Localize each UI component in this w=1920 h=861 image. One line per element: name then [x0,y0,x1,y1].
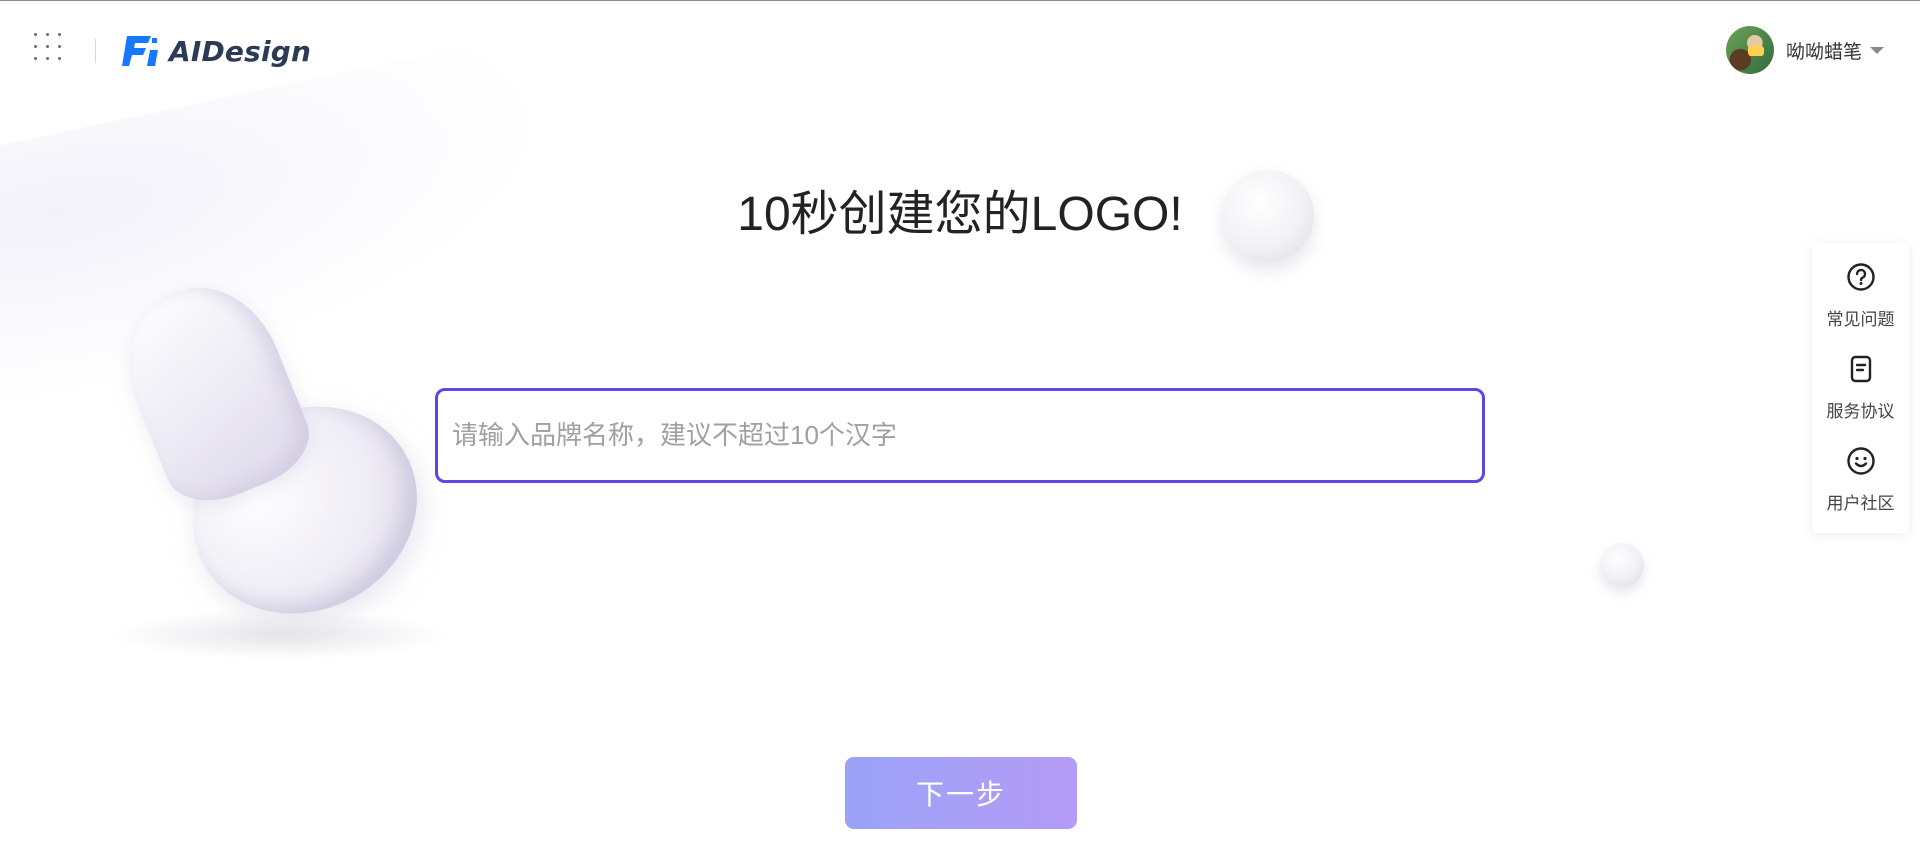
side-item-label: 常见问题 [1826,310,1895,329]
side-item-label: 服务协议 [1826,402,1895,421]
page-title: 10秒创建您的LOGO! [737,188,1183,241]
aidesign-logo-icon [122,36,158,66]
side-item-label: 用户社区 [1826,494,1895,513]
document-icon [1845,353,1877,385]
chevron-down-icon[interactable] [1870,46,1884,54]
decorative-sphere-small [1600,543,1644,587]
header-divider [95,39,96,63]
brand-name-text: AIDesign [169,34,312,68]
stamp-shadow [110,610,450,660]
side-item-community[interactable]: 用户社区 [1812,441,1909,533]
side-item-faq[interactable]: 常见问题 [1812,257,1909,349]
aidesign-logo[interactable]: AIDesign [121,31,311,71]
smile-icon [1845,445,1877,477]
side-item-agreement[interactable]: 服务协议 [1812,349,1909,441]
question-circle-icon [1845,261,1877,293]
username[interactable]: 呦呦蜡笔 [1786,37,1862,64]
side-help-panel: 常见问题 服务协议 用户社区 [1812,243,1909,533]
top-header: AIDesign 呦呦蜡笔 [0,1,1920,97]
user-menu[interactable]: 呦呦蜡笔 [1725,25,1884,75]
app-grid-icon[interactable] [34,33,66,65]
next-step-button[interactable]: 下一步 [845,757,1077,829]
stamp-illustration [104,265,454,700]
brand-name-input[interactable] [435,388,1485,483]
avatar[interactable] [1725,26,1774,74]
